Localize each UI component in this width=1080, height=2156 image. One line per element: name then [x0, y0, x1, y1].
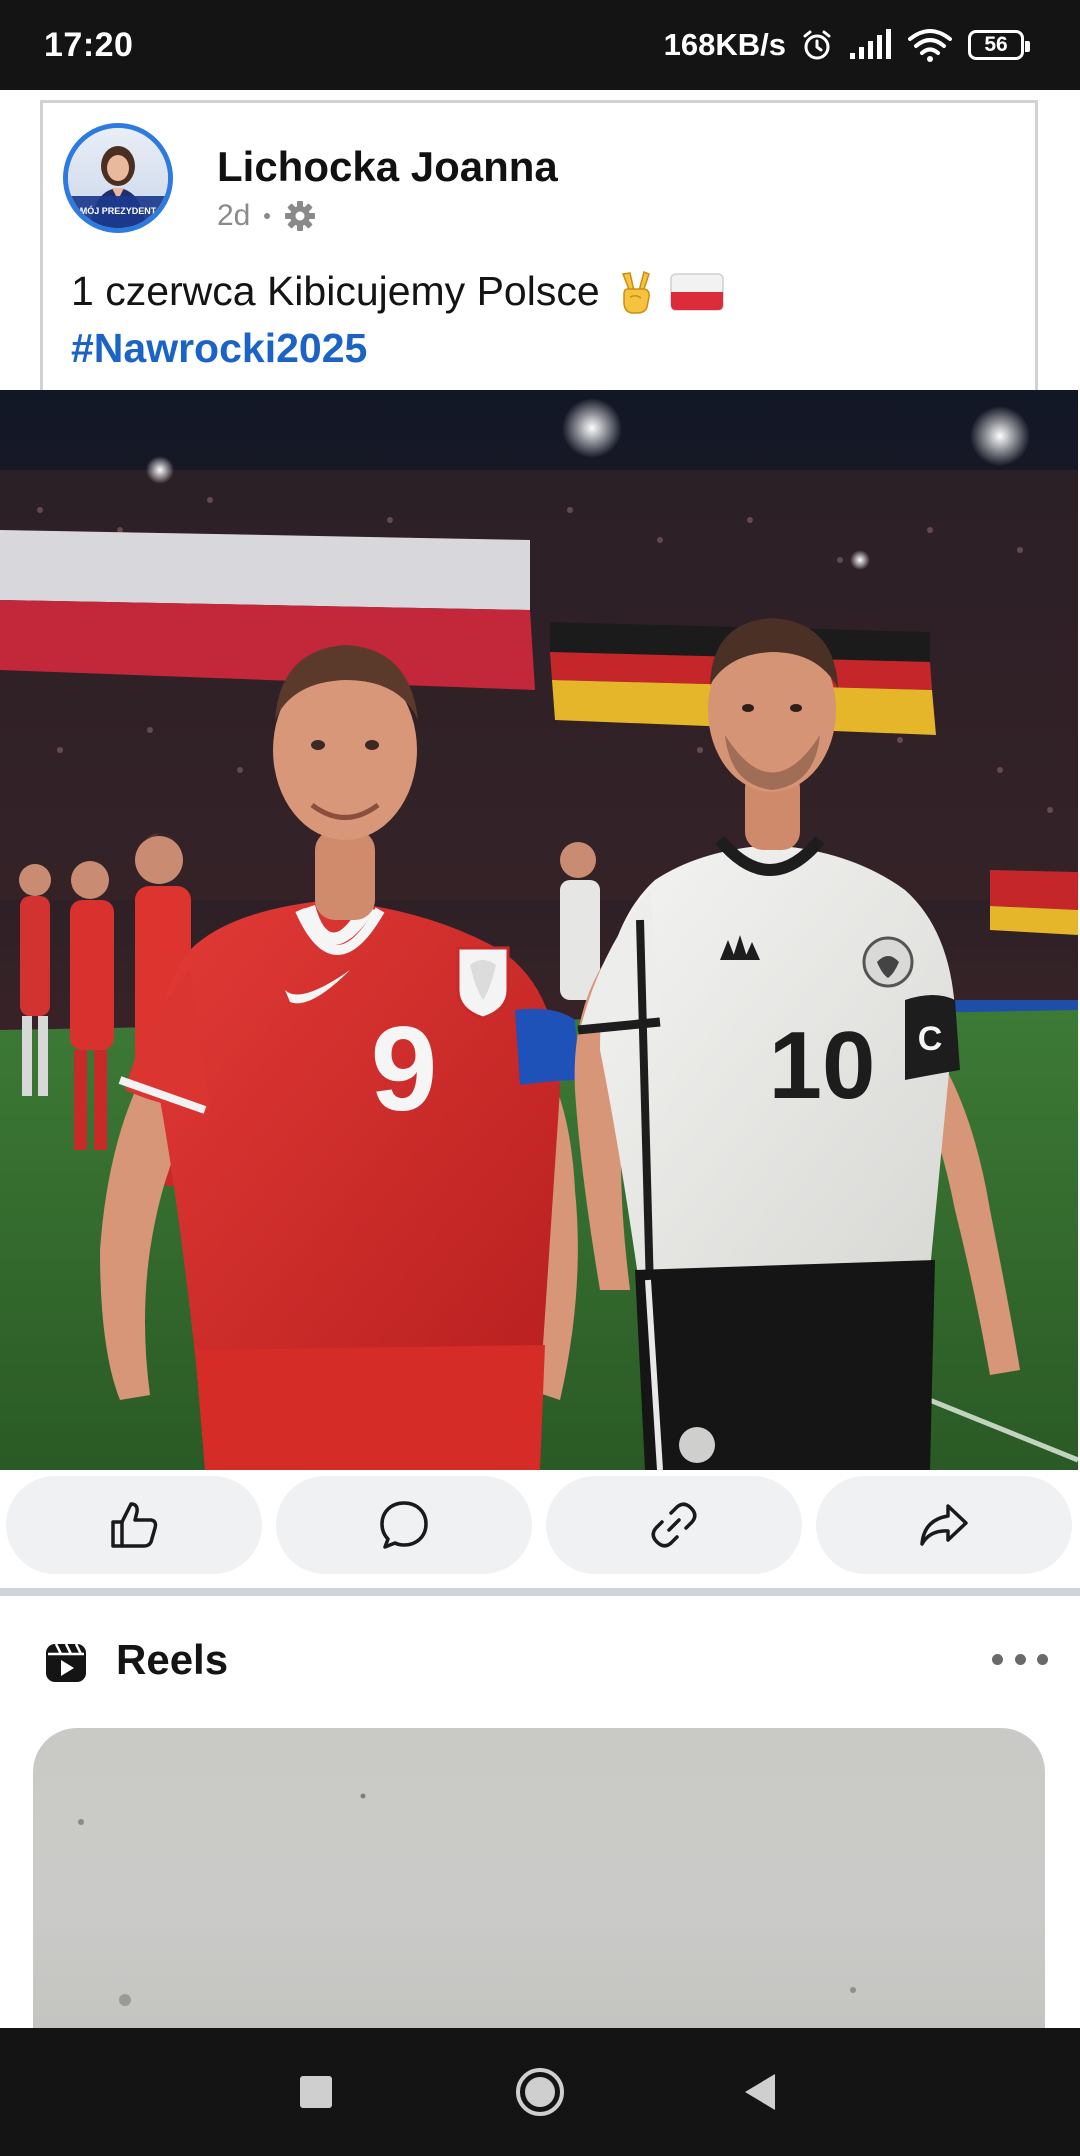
share-button[interactable]	[816, 1476, 1072, 1574]
reel-thumbnail	[78, 1793, 856, 2006]
home-circle-icon[interactable]	[510, 2062, 570, 2122]
avatar-photo: MÓJ PREZYDENT	[68, 128, 168, 228]
status-time: 17:20	[44, 26, 134, 64]
link-icon	[651, 1502, 697, 1548]
status-icons: 168KB/s 56	[663, 22, 1030, 68]
post-text: 1 czerwca Kibicujemy Polsce #Nawrocki202…	[71, 263, 724, 377]
share-icon	[920, 1504, 968, 1546]
battery-icon: 56	[968, 30, 1030, 60]
recents-square-icon[interactable]	[286, 2062, 346, 2122]
thumbs-up-icon	[111, 1502, 158, 1548]
post-photo-illustration: 9 C 10	[0, 390, 1078, 1470]
post-photo[interactable]: 9 C 10	[0, 390, 1078, 1470]
jersey-number-right: 10	[769, 1012, 876, 1119]
comment-button[interactable]	[276, 1476, 532, 1574]
post-age: 2d	[217, 199, 251, 232]
poland-flag-icon	[669, 272, 724, 311]
post-meta: 2d	[217, 199, 316, 233]
section-divider	[0, 1588, 1080, 1596]
post-author[interactable]: Lichocka Joanna	[217, 143, 558, 191]
status-bar: 17:20 168KB/s 56	[0, 0, 1080, 90]
reel-preview[interactable]	[33, 1728, 1045, 2028]
more-dots-icon[interactable]	[992, 1644, 1048, 1674]
post-actions	[0, 1476, 1080, 1576]
svg-text:C: C	[918, 1020, 943, 1058]
alarm-icon	[803, 30, 831, 60]
hashtag-link[interactable]: #Nawrocki2025	[71, 320, 724, 377]
reels-icon	[46, 1643, 86, 1682]
separator-dot	[264, 213, 271, 219]
signal-icon	[850, 29, 891, 59]
post-text-line: 1 czerwca Kibicujemy Polsce	[71, 268, 600, 314]
copy-link-button[interactable]	[546, 1476, 802, 1574]
wifi-icon	[908, 29, 952, 62]
jersey-number-left: 9	[371, 1002, 438, 1136]
gear-icon	[285, 201, 316, 231]
avatar[interactable]: MÓJ PREZYDENT	[63, 123, 173, 233]
network-speed: 168KB/s	[663, 27, 786, 62]
reels-title: Reels	[116, 1636, 229, 1683]
like-button[interactable]	[6, 1476, 262, 1574]
system-nav-bar	[0, 2028, 1080, 2156]
victory-hand-icon	[621, 270, 650, 314]
comment-icon	[380, 1501, 428, 1549]
post-card: MÓJ PREZYDENT Lichocka Joanna 2d 1 czerw…	[40, 100, 1038, 400]
back-triangle-icon[interactable]	[730, 2062, 790, 2122]
avatar-badge-text: MÓJ PREZYDENT	[80, 205, 157, 216]
battery-level: 56	[984, 33, 1008, 56]
